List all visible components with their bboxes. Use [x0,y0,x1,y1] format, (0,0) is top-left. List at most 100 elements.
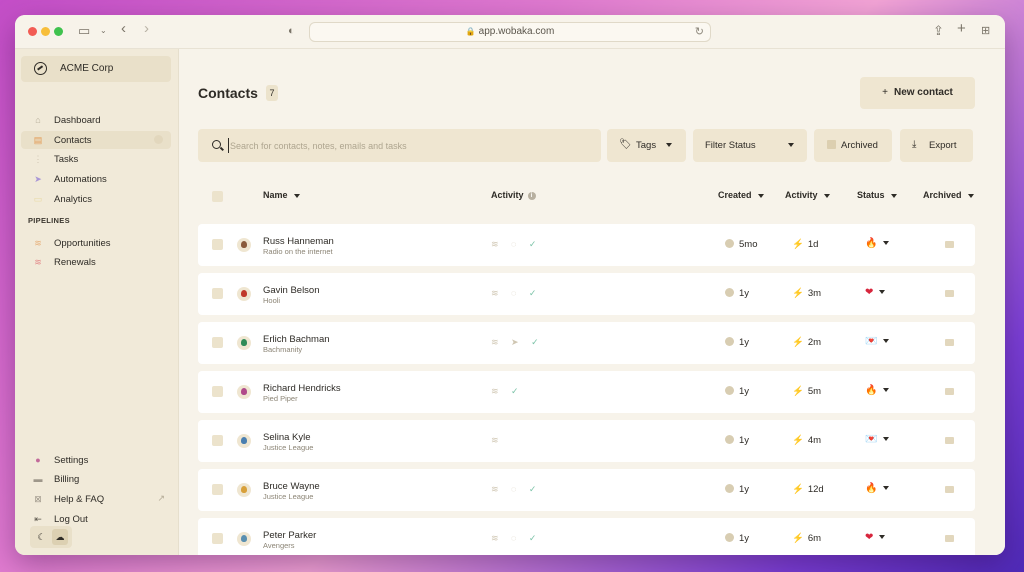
archive-icon[interactable] [945,339,954,346]
avatar [237,434,251,448]
table-row[interactable]: Bruce Wayne Justice League ≋ ◌ ✓ 1y ⚡ 12d 🔥 [198,469,975,511]
moon-icon[interactable]: ☾ [34,530,49,544]
logout-icon: ⇤ [34,514,42,524]
archive-icon[interactable] [945,486,954,493]
column-name[interactable]: Name [263,190,300,200]
contact-name[interactable]: Selina Kyle [263,432,311,443]
download-icon: ⤓ [912,139,917,150]
sidebar-item-opportunities[interactable]: ≋ Opportunities [21,234,171,252]
status-emoji: ❤ [865,287,874,298]
column-activity[interactable]: Activity [785,190,830,200]
table-row[interactable]: Selina Kyle Justice League ≋ 1y ⚡ 4m 💌 [198,420,975,462]
forward-icon[interactable]: › [144,21,149,36]
archive-icon[interactable] [945,437,954,444]
status-dropdown[interactable]: 🔥 [865,385,890,396]
theme-toggle[interactable]: ☾ ☁ [30,526,72,548]
table-row[interactable]: Richard Hendricks Pied Piper ≋ ✓ 1y ⚡ 5m 🔥 [198,371,975,413]
select-all-checkbox[interactable] [212,191,223,202]
contacts-count-badge: 7 [266,85,278,101]
avatar [237,532,251,546]
table-row[interactable]: Erlich Bachman Bachmanity ≋ ➤ ✓ 1y ⚡ 2m 💌 [198,322,975,364]
contact-name[interactable]: Erlich Bachman [263,334,330,345]
browser-toolbar: ▭ ⌄ ‹ › ◐ 🔒 app.wobaka.com ↻ ⇪ + ⊞ [15,15,1005,49]
new-tab-icon[interactable]: + [957,21,966,36]
minimize-window-button[interactable] [41,27,50,36]
search-input[interactable] [228,138,588,153]
zoom-window-button[interactable] [54,27,63,36]
reload-icon[interactable]: ↻ [695,23,704,41]
sidebar-item-help[interactable]: ⊠ Help & FAQ ↗ [21,490,171,508]
avatar [237,483,251,497]
status-emoji: ❤ [865,532,874,543]
table-row[interactable]: Russ Hanneman Radio on the internet ≋ ◌ ✓ 5… [198,224,975,266]
column-created[interactable]: Created [718,190,764,200]
activity-cell: ⚡ 1d [792,239,819,250]
share-icon[interactable]: ⇪ [933,24,944,38]
created-cell: 1y [725,337,749,348]
chevron-down-icon[interactable]: ⌄ [100,24,107,38]
tab-overview-icon[interactable]: ⊞ [981,24,990,38]
sidebar-item-contacts[interactable]: ▤ Contacts [21,131,171,149]
activity-icons: ≋ ◌ ✓ [491,239,542,249]
address-bar[interactable]: 🔒 app.wobaka.com ↻ [309,22,711,42]
sidebar-item-settings[interactable]: ● Settings [21,451,171,469]
sidebar-item-billing[interactable]: ▬ Billing [21,470,171,488]
archive-checkbox-icon [827,140,836,149]
close-window-button[interactable] [28,27,37,36]
shield-icon[interactable]: ◐ [288,24,295,38]
browser-window: ▭ ⌄ ‹ › ◐ 🔒 app.wobaka.com ↻ ⇪ + ⊞ ACME C… [15,15,1005,555]
row-checkbox[interactable] [212,484,223,495]
chevron-down-icon [823,193,830,198]
status-dropdown[interactable]: 💌 [865,434,890,445]
search-bar[interactable] [198,129,601,162]
row-checkbox[interactable] [212,533,223,544]
table-row[interactable]: Gavin Belson Hooli ≋ ◌ ✓ 1y ⚡ 3m ❤ [198,273,975,315]
created-cell: 1y [725,386,749,397]
sidebar-item-tasks[interactable]: ⋮ Tasks [21,150,171,168]
status-dropdown[interactable]: 🔥 [865,238,890,249]
sidebar-item-analytics[interactable]: ▭ Analytics [21,190,171,208]
archive-icon[interactable] [945,290,954,297]
archive-icon[interactable] [945,535,954,542]
sidebar-toggle-icon[interactable]: ▭ [78,24,90,38]
status-dropdown[interactable]: ❤ [865,532,886,543]
new-contact-button[interactable]: + New contact [860,77,975,109]
row-checkbox[interactable] [212,337,223,348]
row-checkbox[interactable] [212,435,223,446]
status-dropdown[interactable]: 💌 [865,336,890,347]
bolt-icon: ⚡ [792,386,804,397]
org-switcher[interactable]: ACME Corp [21,56,171,82]
sun-cloud-icon[interactable]: ☁ [52,529,68,545]
contact-name[interactable]: Bruce Wayne [263,481,320,492]
archived-filter-button[interactable]: Archived [814,129,892,162]
column-status[interactable]: Status [857,190,897,200]
column-archived[interactable]: Archived [923,190,974,200]
tags-filter-button[interactable]: 🏷 Tags [607,129,686,162]
export-button[interactable]: ⤓ Export [900,129,973,162]
contact-name[interactable]: Peter Parker [263,530,316,541]
row-checkbox[interactable] [212,288,223,299]
back-icon[interactable]: ‹ [121,21,126,36]
created-cell: 1y [725,435,749,446]
chevron-down-icon [666,143,672,147]
sidebar: ACME Corp ⌂ Dashboard ▤ Contacts ⋮ Tasks… [15,49,179,555]
sidebar-item-renewals[interactable]: ≋ Renewals [21,253,171,271]
row-checkbox[interactable] [212,386,223,397]
row-checkbox[interactable] [212,239,223,250]
contact-name[interactable]: Richard Hendricks [263,383,341,394]
sidebar-item-dashboard[interactable]: ⌂ Dashboard [21,111,171,129]
status-dropdown[interactable]: ❤ [865,287,886,298]
table-header: Name Activity i Created Activity Status A… [198,185,988,207]
contact-name[interactable]: Russ Hanneman [263,236,334,247]
status-dropdown[interactable]: 🔥 [865,483,890,494]
chevron-down-icon [788,143,794,147]
filter-status-dropdown[interactable]: Filter Status [693,129,807,162]
chevron-down-icon [757,193,764,198]
archive-icon[interactable] [945,388,954,395]
info-icon[interactable]: i [527,191,536,200]
sidebar-item-automations[interactable]: ➤ Automations [21,170,171,188]
table-row[interactable]: Peter Parker Avengers ≋ ◌ ✓ 1y ⚡ 6m ❤ [198,518,975,555]
automations-icon: ➤ [34,174,42,184]
archive-icon[interactable] [945,241,954,248]
contact-name[interactable]: Gavin Belson [263,285,320,296]
